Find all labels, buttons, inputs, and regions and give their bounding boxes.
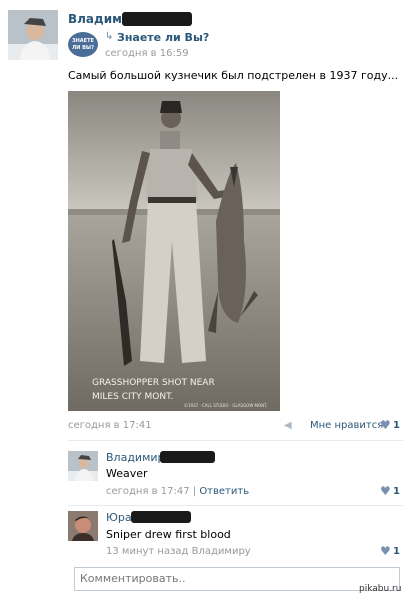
redaction-bar — [160, 451, 215, 463]
comment-time[interactable]: 13 минут назад — [106, 546, 188, 557]
comment-text: Weaver — [106, 467, 148, 480]
meta-separator: | — [192, 486, 197, 497]
comment-time[interactable]: сегодня в 17:47 — [106, 486, 190, 497]
heart-icon[interactable]: ♥ — [380, 418, 391, 432]
group-logo[interactable]: ЗНАЕТЕ ЛИ ВЫ? — [68, 32, 98, 57]
photo-caption-small: ©1937 · CALL STUDIO · GLASGOW MONT. — [184, 403, 267, 408]
comment-author[interactable]: Юра — [106, 511, 132, 524]
comment-like-count: 1 — [393, 546, 400, 557]
like-button[interactable]: Мне нравится — [310, 420, 383, 431]
post-text: Самый большой кузнечик был подстрелен в … — [68, 69, 399, 82]
separator — [68, 505, 403, 506]
like-count: 1 — [393, 420, 400, 431]
photo-caption-2: MILES CITY MONT. — [92, 392, 173, 402]
author-avatar[interactable] — [8, 10, 58, 60]
comment-meta: 13 минут назад Владимиру — [106, 546, 251, 557]
comment-avatar[interactable] — [68, 511, 98, 541]
redaction-bar — [131, 511, 191, 523]
reply-button[interactable]: Ответить — [199, 486, 249, 497]
comment-meta: сегодня в 17:47 | Ответить — [106, 486, 249, 497]
comment-input[interactable]: Комментировать.. — [74, 567, 400, 591]
comment-text: Sniper drew first blood — [106, 528, 231, 541]
photo-caption-1: GRASSHOPPER SHOT NEAR — [92, 378, 215, 388]
heart-icon[interactable]: ♥ — [380, 544, 391, 558]
repost-arrow-icon: ↳ — [105, 31, 114, 42]
heart-icon[interactable]: ♥ — [380, 484, 391, 498]
post-date[interactable]: сегодня в 17:41 — [68, 420, 152, 431]
watermark: pikabu.ru — [359, 584, 402, 594]
group-logo-text: ЗНАЕТЕ ЛИ ВЫ? — [72, 38, 94, 51]
megaphone-icon[interactable]: ◀ — [284, 420, 292, 431]
post-photo[interactable]: GRASSHOPPER SHOT NEAR MILES CITY MONT. ©… — [68, 91, 280, 411]
comment-author[interactable]: Владимир — [106, 451, 165, 464]
reply-to[interactable]: Владимиру — [192, 546, 251, 557]
separator — [68, 440, 403, 441]
post-time[interactable]: сегодня в 16:59 — [105, 48, 189, 59]
group-name[interactable]: Знаете ли Вы? — [117, 31, 209, 44]
comment-like-count: 1 — [393, 486, 400, 497]
comment-avatar[interactable] — [68, 451, 98, 481]
redaction-bar — [122, 12, 192, 26]
